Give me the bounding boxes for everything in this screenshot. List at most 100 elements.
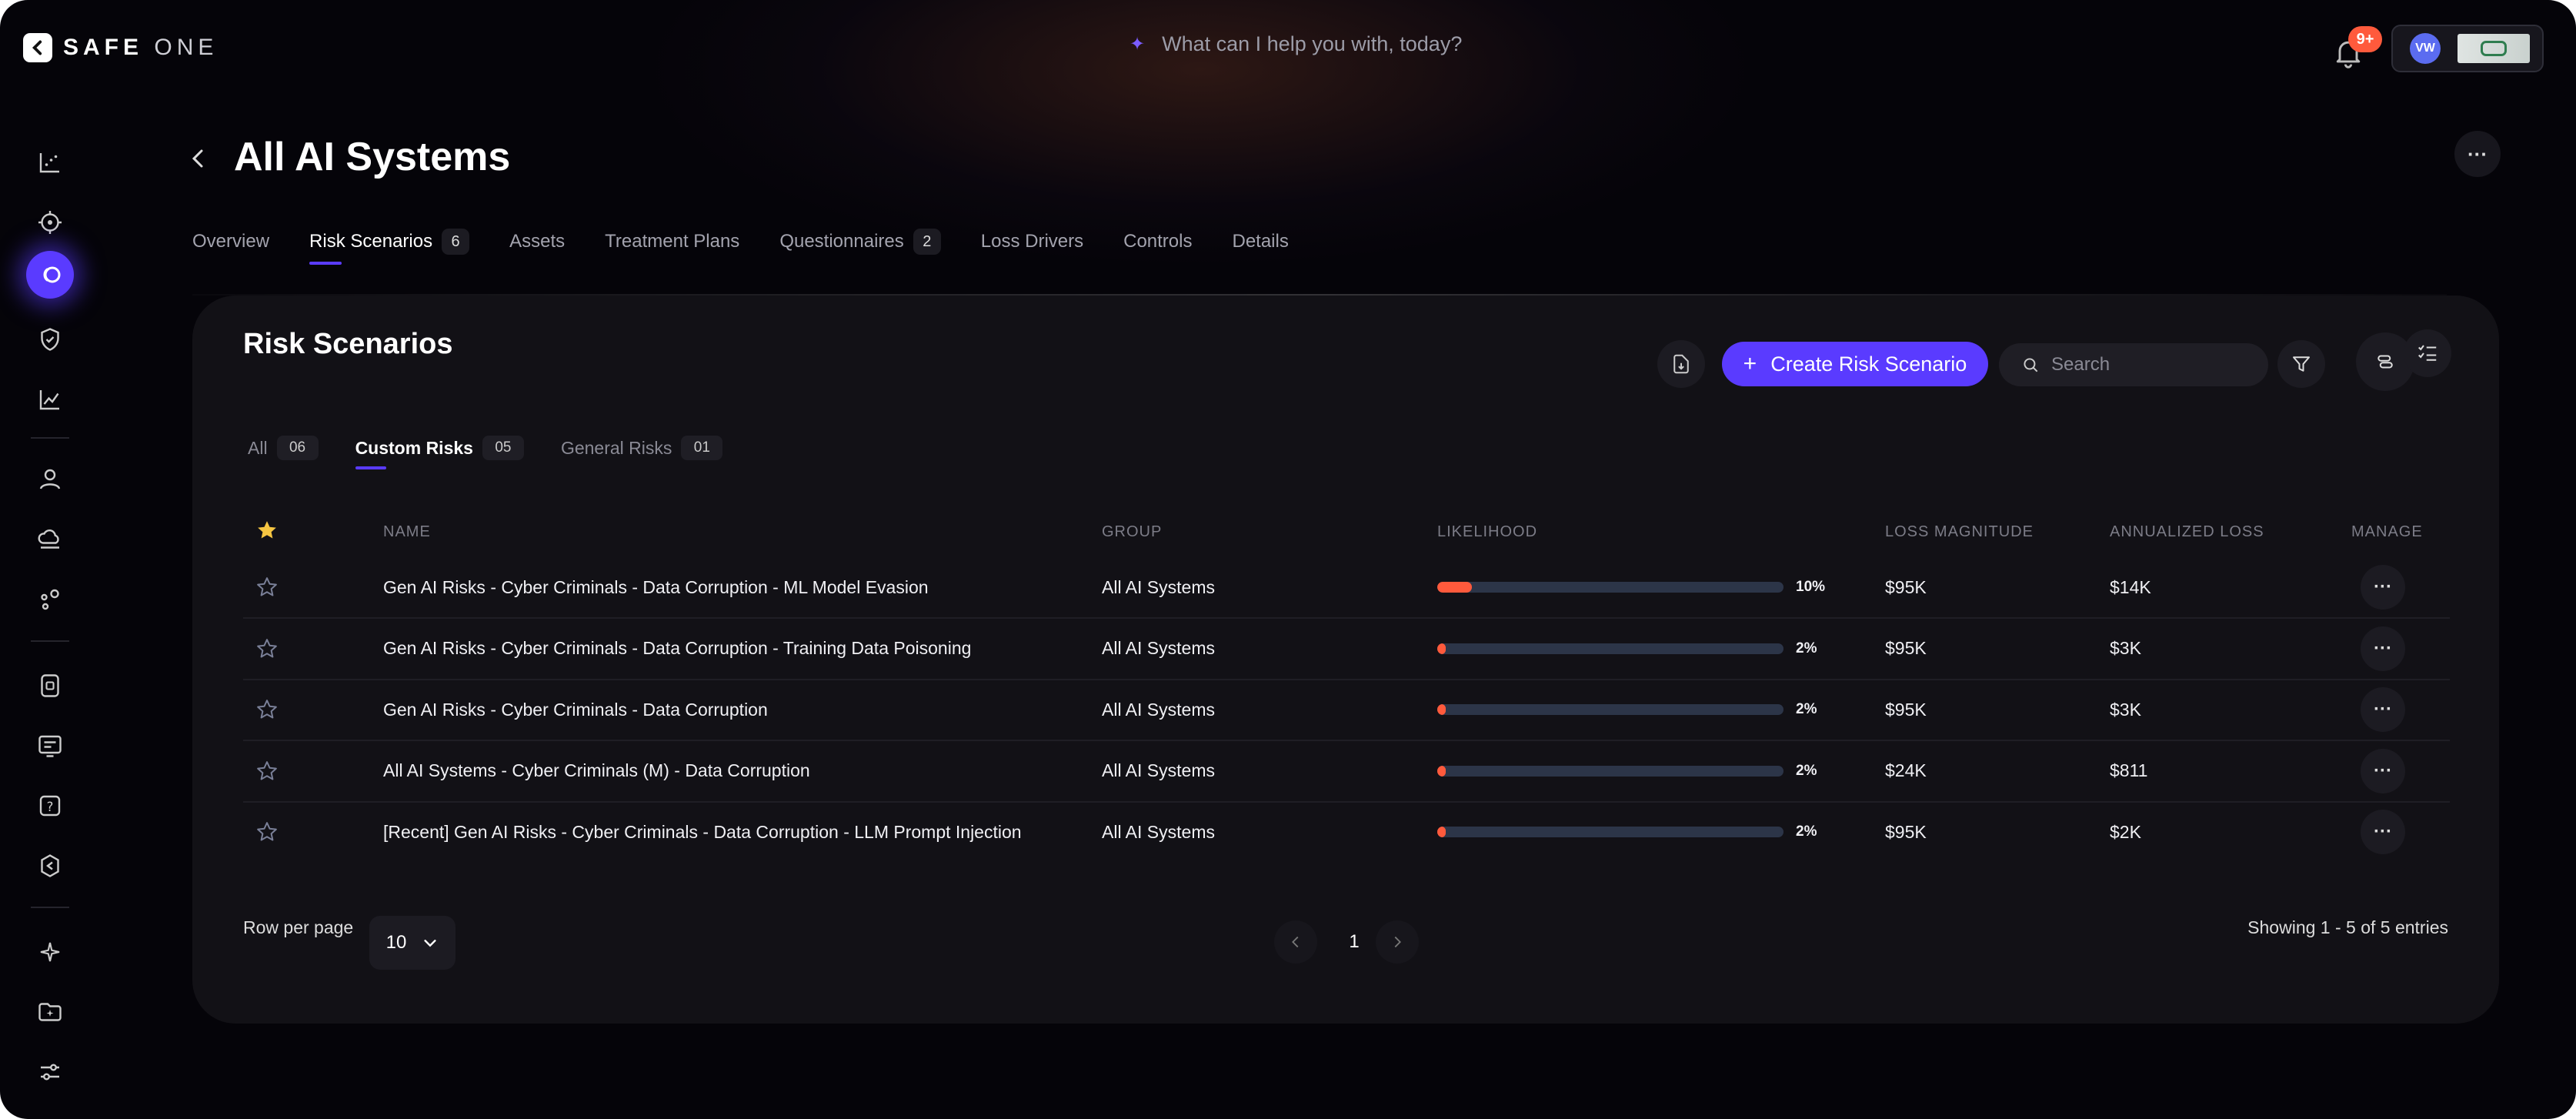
row-more-icon[interactable]: ··· [2361,687,2405,732]
tab-questionnaires[interactable]: Questionnaires 2 [779,225,941,259]
search-input[interactable] [2050,353,2268,376]
likelihood-bar [1437,765,1784,777]
rows-per-page-select[interactable]: 10 [369,916,455,970]
loss-magnitude: $24K [1885,760,1927,780]
sidebar-dashboard-icon[interactable] [26,139,74,186]
likelihood-bar [1437,704,1784,715]
column-header-group[interactable]: GROUP [1102,523,1162,541]
filter-icon [2293,356,2310,372]
row-more-icon[interactable]: ··· [2361,626,2405,671]
subtab-all[interactable]: All 06 [248,433,319,463]
risk-group: All AI Systems [1102,821,1215,842]
risk-scenario-name[interactable]: Gen AI Risks - Cyber Criminals - Data Co… [383,619,971,679]
chevron-down-icon [424,940,436,947]
sidebar-shield-icon[interactable] [26,316,74,363]
tab-details[interactable]: Details [1232,225,1288,259]
subtab-custom-risks[interactable]: Custom Risks 05 [355,433,524,469]
column-header-name[interactable]: NAME [383,523,431,541]
sidebar-target-icon[interactable] [26,199,74,246]
loss-magnitude: $95K [1885,638,1927,658]
app-window: SAFE ONE ✦ What can I help you with, tod… [0,0,2576,1119]
column-settings-button[interactable] [2404,329,2451,377]
subtab-count: 05 [482,436,524,460]
table-row[interactable]: All AI Systems - Cyber Criminals (M) - D… [243,741,2450,803]
sidebar-reports-icon[interactable] [26,722,74,770]
sidebar-divider [31,640,69,642]
annualized-loss: $2K [2110,821,2141,842]
group-icon [2377,355,2393,369]
tab-overview[interactable]: Overview [192,225,269,259]
annualized-loss: $811 [2110,760,2148,780]
risk-scenario-name[interactable]: All AI Systems - Cyber Criminals (M) - D… [383,741,810,801]
previous-page-button[interactable] [1274,920,1317,964]
row-more-icon[interactable]: ··· [2361,810,2405,854]
row-more-icon[interactable]: ··· [2361,565,2405,610]
tab-controls[interactable]: Controls [1123,225,1192,259]
favorite-star-icon[interactable] [255,557,279,617]
favorite-star-icon[interactable] [255,802,279,862]
sidebar-cloud-icon[interactable] [26,516,74,563]
sidebar-integrations-icon[interactable] [26,576,74,623]
section-tabs: Overview Risk Scenarios 6 Assets Treatmen… [192,225,1329,265]
filter-button[interactable] [2277,340,2325,388]
tab-loss-drivers[interactable]: Loss Drivers [981,225,1083,259]
table-row[interactable]: Gen AI Risks - Cyber Criminals - Data Co… [243,557,2450,619]
risk-scenario-name[interactable]: Gen AI Risks - Cyber Criminals - Data Co… [383,557,929,617]
next-page-button[interactable] [1376,920,1419,964]
logo-mark-icon [23,33,52,62]
tab-treatment-plans[interactable]: Treatment Plans [605,225,739,259]
likelihood-bar-fill [1437,704,1446,715]
table-row[interactable]: Gen AI Risks - Cyber Criminals - Data Co… [243,680,2450,741]
risk-scenario-name[interactable]: [Recent] Gen AI Risks - Cyber Criminals … [383,802,1022,862]
loss-magnitude: $95K [1885,821,1927,842]
sidebar-sliders-icon[interactable] [26,1048,74,1096]
likelihood-bar-fill [1437,582,1472,593]
export-icon [1673,354,1689,374]
sidebar-user-icon[interactable] [26,456,74,503]
search-box[interactable] [1999,343,2268,386]
favorite-star-icon[interactable] [255,680,279,740]
card-title: Risk Scenarios [243,328,453,360]
risk-scenarios-card: Risk Scenarios + Create Risk Scenario Al… [192,296,2499,1024]
risk-group: All AI Systems [1102,638,1215,658]
row-more-icon[interactable]: ··· [2361,748,2405,793]
rows-per-page-label: Row per page [243,917,354,937]
account-switcher[interactable]: VW [2391,25,2544,72]
svg-text:?: ? [47,800,54,814]
sidebar-policy-icon[interactable] [26,662,74,710]
sidebar-help-icon[interactable]: ? [26,782,74,830]
tab-assets[interactable]: Assets [509,225,565,259]
sidebar-ai-icon[interactable] [26,928,74,976]
tab-risk-scenarios[interactable]: Risk Scenarios 6 [309,225,470,265]
current-page[interactable]: 1 [1339,920,1370,964]
column-header-annualized-loss[interactable]: ANNUALIZED LOSS [2110,523,2264,541]
loss-magnitude: $95K [1885,576,1927,597]
export-button[interactable] [1657,340,1705,388]
brand-logo[interactable]: SAFE ONE [23,31,218,65]
likelihood-bar-fill [1437,827,1446,837]
likelihood-value: 10% [1796,579,1826,595]
subtab-general-risks[interactable]: General Risks 01 [561,433,723,463]
sidebar-settings-icon[interactable] [26,842,74,890]
page-more-icon[interactable]: ··· [2454,131,2501,177]
sidebar-analytics-icon[interactable] [26,376,74,423]
likelihood-value: 2% [1796,701,1817,717]
risk-group: All AI Systems [1102,760,1215,780]
annualized-loss: $3K [2110,699,2141,720]
sidebar-folder-icon[interactable] [26,988,74,1036]
likelihood-value: 2% [1796,640,1817,656]
table-row[interactable]: [Recent] Gen AI Risks - Cyber Criminals … [243,802,2450,862]
favorite-star-icon[interactable] [255,619,279,679]
favorite-star-icon[interactable] [255,741,279,801]
favorite-header-star-icon[interactable] [255,519,279,546]
sidebar-risk-icon[interactable] [26,251,74,299]
assistant-prompt[interactable]: ✦ What can I help you with, today? [1130,32,1462,56]
back-icon[interactable] [186,143,209,174]
table-row[interactable]: Gen AI Risks - Cyber Criminals - Data Co… [243,619,2450,680]
create-risk-scenario-button[interactable]: + Create Risk Scenario [1722,342,1988,386]
entries-summary: Showing 1 - 5 of 5 entries [2247,917,2448,937]
column-header-loss-magnitude[interactable]: LOSS MAGNITUDE [1885,523,2034,541]
column-header-likelihood[interactable]: LIKELIHOOD [1437,523,1537,541]
risk-scenario-name[interactable]: Gen AI Risks - Cyber Criminals - Data Co… [383,680,768,740]
chevron-right-icon [1394,936,1401,948]
